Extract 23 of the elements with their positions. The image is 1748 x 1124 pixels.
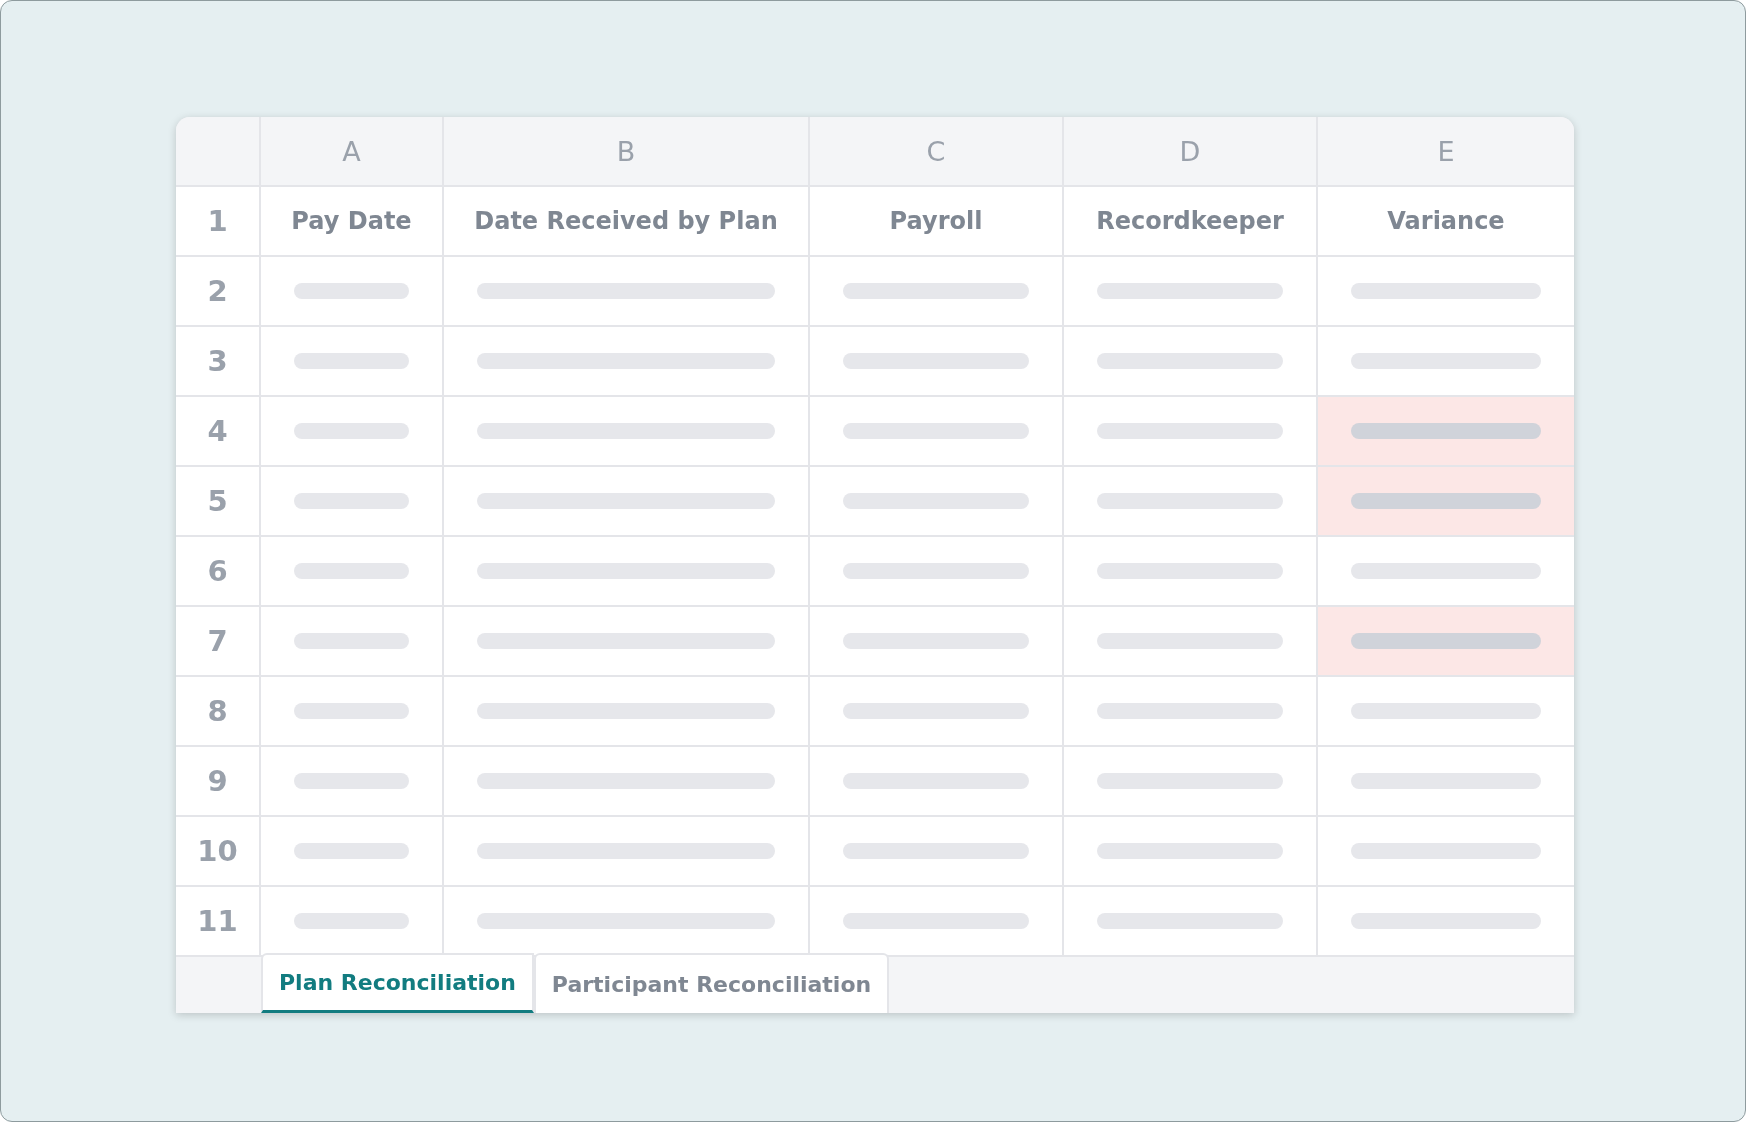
sheet-tab[interactable]: Plan Reconciliation [261, 953, 534, 1013]
header-cell: Pay Date [261, 187, 444, 257]
header-cell: Date Received by Plan [444, 187, 810, 257]
row-number[interactable]: 8 [176, 677, 261, 747]
row-number[interactable]: 5 [176, 467, 261, 537]
row-number[interactable]: 10 [176, 817, 261, 887]
sheet-tab[interactable]: Participant Reconciliation [533, 953, 890, 1013]
column-header[interactable]: E [1318, 117, 1574, 187]
header-cell: Recordkeeper [1064, 187, 1318, 257]
column-header[interactable]: C [810, 117, 1064, 187]
column-header[interactable]: D [1064, 117, 1318, 187]
row-number[interactable]: 11 [176, 887, 261, 957]
row-number[interactable]: 9 [176, 747, 261, 817]
row-number[interactable]: 7 [176, 607, 261, 677]
header-cell: Variance [1318, 187, 1574, 257]
row-number[interactable]: 1 [176, 187, 261, 257]
header-cell: Payroll [810, 187, 1064, 257]
row-number[interactable]: 6 [176, 537, 261, 607]
row-number[interactable]: 3 [176, 327, 261, 397]
row-number[interactable]: 2 [176, 257, 261, 327]
column-header[interactable]: B [444, 117, 810, 187]
row-number[interactable]: 4 [176, 397, 261, 467]
column-header[interactable]: A [261, 117, 444, 187]
